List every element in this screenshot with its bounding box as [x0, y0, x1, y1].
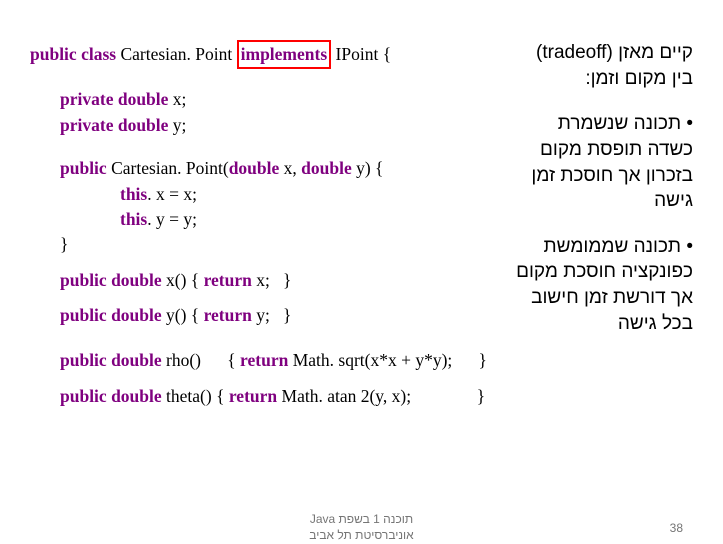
ctor-p2: y) { [352, 158, 384, 178]
ipoint-text: IPoint { [331, 44, 391, 64]
kw-public: public [60, 158, 107, 178]
footer-line2: אוניברסיטת תל אביב [309, 528, 413, 544]
page-number: 38 [670, 521, 683, 535]
kw-double: double [111, 270, 162, 290]
b2-l2: כפונקציה חוסכת מקום [475, 259, 693, 285]
ctor-line: public Cartesian. Point(double x, double… [30, 156, 460, 181]
kw-double: double [111, 350, 162, 370]
ctor-body1: this. x = x; [30, 182, 460, 207]
kw-this: this [120, 184, 147, 204]
tradeoff-line2: בין מקום וזמן: [475, 66, 693, 92]
kw-double: double [301, 158, 352, 178]
field-x-line: private double x; [30, 87, 460, 112]
rho-method: public double rho() { return Math. sqrt(… [30, 348, 693, 373]
b2-l3: אך דורשת זמן חישוב [475, 285, 693, 311]
bullet-2: • תכונה שממומשת כפונקציה חוסכת מקום אך ד… [475, 234, 693, 337]
field-y-line: private double y; [30, 113, 460, 138]
kw-private: private [60, 115, 113, 135]
kw-public: public [60, 350, 107, 370]
bullet-1: • תכונה שנשמרת כשדה תופסת מקום בזכרון אך… [475, 111, 693, 214]
kw-double: double [229, 158, 280, 178]
hebrew-text-column: קיים מאזן (tradeoff) בין מקום וזמן: • תכ… [470, 40, 693, 336]
kw-return: return [204, 270, 252, 290]
ctor-body2: this. y = y; [30, 207, 460, 232]
x-sig: x() { [162, 270, 204, 290]
kw-double: double [111, 386, 162, 406]
kw-this: this [120, 209, 147, 229]
kw-return: return [229, 386, 277, 406]
footer-center: תוכנה 1 בשפת Java אוניברסיטת תל אביב [309, 512, 413, 543]
kw-public: public [60, 305, 107, 325]
theta-ret: Math. atan 2(y, x); } [277, 386, 485, 406]
theta-method: public double theta() { return Math. ata… [30, 384, 693, 409]
x-ret: x; } [252, 270, 292, 290]
kw-public: public [60, 270, 107, 290]
ctor-close: } [30, 232, 460, 257]
class-name: Cartesian. Point [116, 44, 237, 64]
x-method: public double x() { return x; } [30, 268, 460, 293]
ctor-p1: x, [279, 158, 301, 178]
rho-sig: rho() { [162, 350, 240, 370]
y-method: public double y() { return y; } [30, 303, 460, 328]
implements-highlight: implements [237, 40, 332, 69]
kw-double: double [111, 305, 162, 325]
field-y: y; [168, 115, 186, 135]
tradeoff-line1: קיים מאזן (tradeoff) [475, 40, 693, 66]
kw-return: return [240, 350, 288, 370]
kw-public: public [30, 44, 77, 64]
kw-private: private [60, 89, 113, 109]
kw-double: double [118, 115, 169, 135]
kw-class: class [81, 44, 116, 64]
y-ret: y; } [252, 305, 292, 325]
kw-return: return [204, 305, 252, 325]
top-row: public class Cartesian. Point implements… [30, 40, 693, 336]
code-left-column: public class Cartesian. Point implements… [30, 40, 470, 336]
kw-double: double [118, 89, 169, 109]
b2-l4: בכל גישה [475, 311, 693, 337]
kw-implements: implements [241, 44, 328, 64]
b1-l4: גישה [475, 188, 693, 214]
b1-l2: כשדה תופסת מקום [475, 137, 693, 163]
field-x: x; [168, 89, 186, 109]
y-sig: y() { [162, 305, 204, 325]
kw-public: public [60, 386, 107, 406]
footer-line1: תוכנה 1 בשפת Java [309, 512, 413, 528]
rho-ret: Math. sqrt(x*x + y*y); } [288, 350, 487, 370]
slide-container: public class Cartesian. Point implements… [0, 0, 723, 540]
b1-l1: • תכונה שנשמרת [475, 111, 693, 137]
ctor-assign-y: . y = y; [147, 209, 197, 229]
full-width-code: public double rho() { return Math. sqrt(… [30, 338, 693, 409]
theta-sig: theta() { [162, 386, 229, 406]
b1-l3: בזכרון אך חוסכת זמן [475, 163, 693, 189]
ctor-name: Cartesian. Point( [107, 158, 229, 178]
class-decl-line: public class Cartesian. Point implements… [30, 40, 460, 69]
ctor-assign-x: . x = x; [147, 184, 197, 204]
b2-l1: • תכונה שממומשת [475, 234, 693, 260]
